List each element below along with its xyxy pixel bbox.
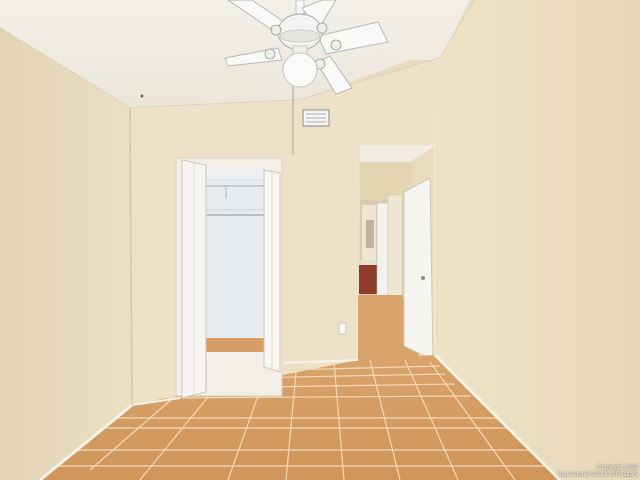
wall-outlet (338, 322, 347, 335)
fan-downrod (295, 0, 305, 15)
door-knob[interactable] (421, 276, 425, 280)
ceiling-spot (140, 94, 144, 98)
fan-blade-iron (316, 22, 328, 34)
closet-floor (206, 338, 264, 352)
fan-blade-iron (264, 48, 276, 60)
bathroom-door (376, 202, 389, 308)
bathroom-vanity (359, 264, 379, 294)
watermark-line-1: Copyright 2023 (597, 465, 638, 471)
hall-doorframe (387, 194, 403, 311)
watermark-line-2: San Antonio Board of Realtors (557, 472, 638, 478)
fan-motor-band (279, 29, 321, 43)
room-photo: Copyright 2023 San Antonio Board of Real… (0, 0, 640, 480)
fan-light-globe (282, 52, 318, 88)
open-door[interactable] (403, 177, 434, 361)
fan-blade-iron (330, 39, 342, 51)
bathroom-mirror (366, 220, 374, 248)
copyright-watermark: Copyright 2023 San Antonio Board of Real… (557, 465, 638, 479)
room-scene (0, 0, 640, 480)
closet-interior-back (205, 179, 265, 349)
fan-blade-iron (270, 24, 282, 36)
